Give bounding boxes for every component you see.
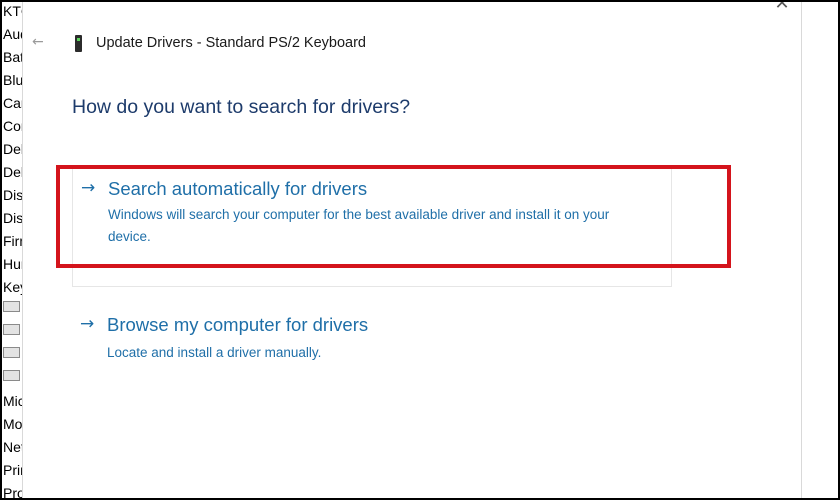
device-category-item[interactable]: Net — [2, 436, 22, 458]
highlight-annotation — [56, 165, 731, 268]
device-category-item[interactable]: KTC — [2, 0, 22, 22]
device-category-item[interactable]: Firm — [2, 230, 22, 252]
keyboard-icon[interactable] — [3, 301, 20, 312]
device-category-item[interactable]: Can — [2, 92, 22, 114]
device-category-item[interactable]: Hum — [2, 253, 22, 275]
keyboard-icon[interactable] — [3, 347, 20, 358]
browse-computer-option[interactable]: → Browse my computer for drivers Locate … — [72, 306, 672, 376]
keyboard-device-icon — [75, 35, 82, 52]
arrow-right-icon: → — [80, 314, 95, 334]
device-category-item[interactable]: Mic — [2, 390, 22, 412]
device-category-item[interactable]: Mo — [2, 413, 22, 435]
device-category-item[interactable]: Disp — [2, 207, 22, 229]
keyboard-icon[interactable] — [3, 370, 20, 381]
background-window — [802, 0, 840, 500]
page-heading: How do you want to search for drivers? — [72, 96, 411, 118]
device-category-item[interactable]: Blu — [2, 69, 22, 91]
keyboard-icon[interactable] — [3, 324, 20, 335]
device-manager-list: KTC Aud Bat Blu Can Com Del Del Disk Dis… — [0, 0, 22, 500]
option-description: Locate and install a driver manually. — [107, 345, 322, 360]
window-title: Update Drivers - Standard PS/2 Keyboard — [96, 35, 366, 51]
device-category-item[interactable]: Del — [2, 161, 22, 183]
device-category-item[interactable]: Aud — [2, 23, 22, 45]
device-category-item[interactable]: Bat — [2, 46, 22, 68]
device-category-item[interactable]: Com — [2, 115, 22, 137]
device-category-item[interactable]: Disk — [2, 184, 22, 206]
frame-border — [0, 0, 840, 2]
option-title: Browse my computer for drivers — [107, 314, 369, 335]
close-icon[interactable]: ✕ — [768, 0, 796, 14]
device-category-item[interactable]: Key — [2, 276, 22, 298]
device-category-item[interactable]: Del — [2, 138, 22, 160]
back-arrow-icon[interactable]: ← — [32, 33, 50, 51]
device-category-item[interactable]: Prin — [2, 459, 22, 481]
